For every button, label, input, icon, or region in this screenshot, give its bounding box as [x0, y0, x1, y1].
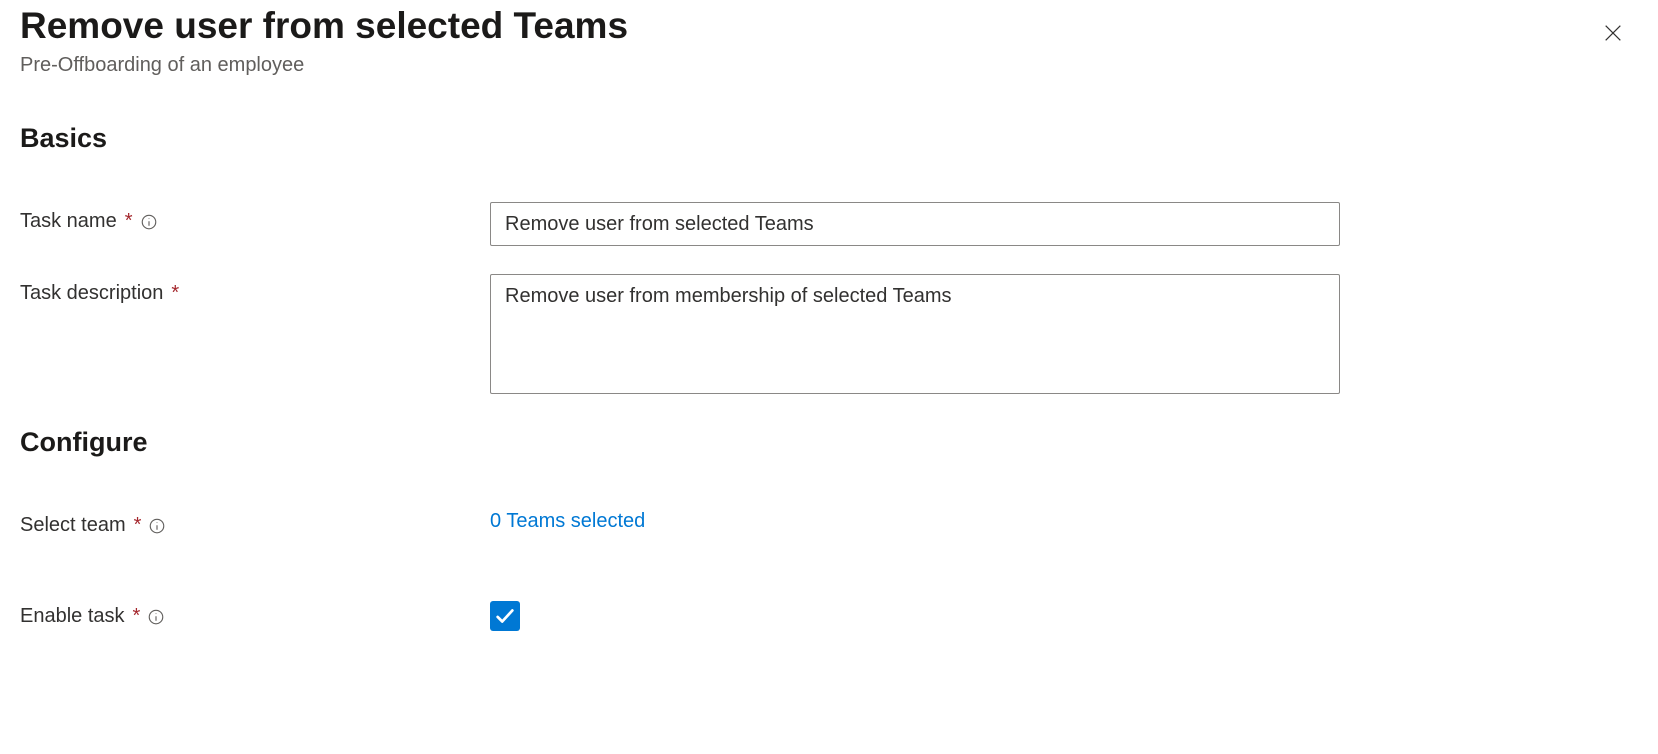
- panel-subtitle: Pre-Offboarding of an employee: [20, 54, 1638, 77]
- task-description-control: [490, 274, 1340, 399]
- info-icon[interactable]: [146, 607, 166, 627]
- required-star: *: [134, 514, 142, 537]
- task-description-label: Task description: [20, 282, 163, 305]
- row-task-name: Task name *: [20, 202, 1638, 246]
- task-name-label: Task name: [20, 210, 117, 233]
- task-description-label-col: Task description *: [20, 274, 490, 305]
- close-button[interactable]: [1598, 20, 1628, 50]
- select-team-label-col: Select team *: [20, 506, 490, 537]
- select-team-label: Select team: [20, 514, 126, 537]
- section-configure-heading: Configure: [20, 427, 1638, 458]
- row-task-description: Task description *: [20, 274, 1638, 399]
- required-star: *: [171, 282, 179, 305]
- enable-task-control: [490, 597, 1340, 632]
- task-name-input[interactable]: [490, 202, 1340, 246]
- info-icon[interactable]: [139, 212, 159, 232]
- required-star: *: [133, 605, 141, 628]
- info-icon[interactable]: [147, 516, 167, 536]
- enable-task-label: Enable task: [20, 605, 125, 628]
- required-star: *: [125, 210, 133, 233]
- enable-task-checkbox[interactable]: [490, 601, 520, 631]
- section-basics-heading: Basics: [20, 123, 1638, 154]
- panel-title: Remove user from selected Teams: [20, 4, 1638, 48]
- enable-task-label-col: Enable task *: [20, 597, 490, 628]
- close-icon: [1602, 22, 1624, 49]
- row-enable-task: Enable task *: [20, 597, 1638, 632]
- task-panel: Remove user from selected Teams Pre-Offb…: [0, 0, 1658, 680]
- task-name-label-col: Task name *: [20, 202, 490, 233]
- select-team-link[interactable]: 0 Teams selected: [490, 506, 645, 533]
- select-team-control: 0 Teams selected: [490, 506, 1340, 533]
- task-description-input[interactable]: [490, 274, 1340, 394]
- task-name-control: [490, 202, 1340, 246]
- row-select-team: Select team * 0 Teams selected: [20, 506, 1638, 537]
